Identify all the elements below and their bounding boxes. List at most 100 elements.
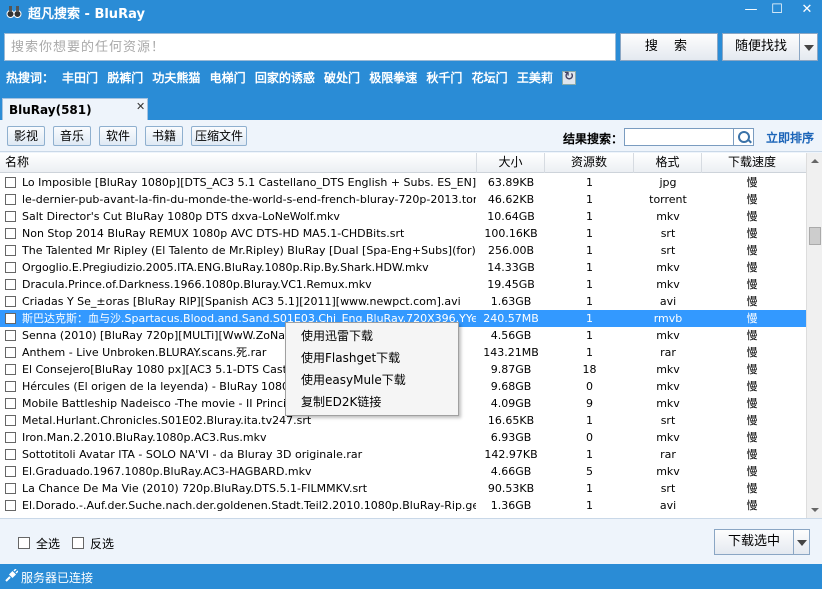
filter-label: 结果搜索： bbox=[563, 132, 624, 146]
cell-size: 46.62KB bbox=[487, 193, 535, 206]
row-checkbox[interactable] bbox=[5, 313, 16, 324]
row-checkbox[interactable] bbox=[5, 177, 16, 188]
cell-name: Sottotitoli Avatar ITA - SOLO NA'VI - da… bbox=[22, 448, 363, 461]
column-header-format[interactable]: 格式 bbox=[634, 153, 702, 173]
category-books-button[interactable]: 书籍 bbox=[145, 126, 183, 146]
table-row[interactable]: La Chance De Ma Vie (2010) 720p.BluRay.D… bbox=[0, 480, 806, 497]
row-checkbox[interactable] bbox=[5, 500, 16, 511]
hot-words-list: 丰田门 脱裤门 功夫熊猫 电梯门 回家的诱惑 破处门 极限拳速 秋千门 花坛门 … bbox=[62, 69, 581, 86]
row-checkbox[interactable] bbox=[5, 432, 16, 443]
cell-size: 16.65KB bbox=[487, 414, 535, 427]
hot-word[interactable]: 脱裤门 bbox=[107, 71, 143, 85]
hot-word[interactable]: 丰田门 bbox=[62, 71, 98, 85]
maximize-button[interactable]: ☐ bbox=[764, 0, 790, 20]
hot-word[interactable]: 电梯门 bbox=[210, 71, 246, 85]
hot-words-label: 热搜词： bbox=[6, 71, 55, 85]
search-icon[interactable] bbox=[734, 128, 754, 146]
table-row[interactable]: Iron.Man.2.2010.BluRay.1080p.AC3.Rus.mkv… bbox=[0, 429, 806, 446]
table-row[interactable]: The Talented Mr Ripley (El Talento de Mr… bbox=[0, 242, 806, 259]
row-checkbox[interactable] bbox=[5, 449, 16, 460]
close-button[interactable]: ✕ bbox=[792, 0, 822, 20]
row-checkbox[interactable] bbox=[5, 194, 16, 205]
table-row[interactable]: Lo Imposible [BluRay 1080p][DTS_AC3 5.1 … bbox=[0, 174, 806, 191]
invert-selection-label[interactable]: 反选 bbox=[90, 535, 114, 552]
hot-word[interactable]: 秋千门 bbox=[426, 71, 462, 85]
select-all-checkbox[interactable] bbox=[18, 537, 30, 549]
column-header-size[interactable]: 大小 bbox=[477, 153, 545, 173]
invert-selection-checkbox[interactable] bbox=[72, 537, 84, 549]
tab-bluray[interactable]: BluRay(581) ✕ bbox=[2, 98, 148, 120]
table-row[interactable]: Criadas Y Se_±oras [BluRay RIP][Spanish … bbox=[0, 293, 806, 310]
tab-close-icon[interactable]: ✕ bbox=[136, 100, 145, 113]
menu-item-flashget-download[interactable]: 使用Flashget下载 bbox=[286, 347, 458, 369]
row-checkbox[interactable] bbox=[5, 262, 16, 273]
table-row[interactable]: le-dernier-pub-avant-la-fin-du-monde-the… bbox=[0, 191, 806, 208]
row-checkbox[interactable] bbox=[5, 483, 16, 494]
minimize-button[interactable]: — bbox=[738, 0, 764, 20]
category-video-button[interactable]: 影视 bbox=[7, 126, 45, 146]
scroll-thumb[interactable] bbox=[809, 227, 821, 245]
cell-format: torrent bbox=[649, 193, 687, 206]
scroll-up-icon[interactable] bbox=[807, 153, 822, 169]
select-all-label[interactable]: 全选 bbox=[36, 535, 60, 552]
row-checkbox[interactable] bbox=[5, 245, 16, 256]
download-selected-dropdown[interactable] bbox=[794, 529, 810, 555]
menu-item-thunder-download[interactable]: 使用迅雷下载 bbox=[286, 325, 458, 347]
hot-word[interactable]: 王美莉 bbox=[517, 71, 553, 85]
column-header-speed[interactable]: 下载速度 bbox=[702, 153, 802, 173]
refresh-icon[interactable] bbox=[562, 69, 577, 85]
cell-speed: 慢 bbox=[746, 346, 758, 359]
cell-name: Orgoglio.E.Pregiudizio.2005.ITA.ENG.BluR… bbox=[22, 261, 429, 274]
cell-speed: 慢 bbox=[746, 380, 758, 393]
category-archives-button[interactable]: 压缩文件 bbox=[191, 126, 247, 146]
table-row[interactable]: Orgoglio.E.Pregiudizio.2005.ITA.ENG.BluR… bbox=[0, 259, 806, 276]
cell-speed: 慢 bbox=[746, 414, 758, 427]
hot-word[interactable]: 极限拳速 bbox=[369, 71, 417, 85]
cell-format: srt bbox=[660, 482, 676, 495]
row-checkbox[interactable] bbox=[5, 466, 16, 477]
table-row[interactable]: Salt Director's Cut BluRay 1080p DTS dxv… bbox=[0, 208, 806, 225]
search-button[interactable]: 搜 索 bbox=[620, 33, 718, 61]
hot-word[interactable]: 功夫熊猫 bbox=[152, 71, 200, 85]
cell-format: mkv bbox=[656, 210, 680, 223]
category-music-button[interactable]: 音乐 bbox=[53, 126, 91, 146]
table-row[interactable]: El.Dorado.-.Auf.der.Suche.nach.der.golde… bbox=[0, 497, 806, 514]
filter-input[interactable] bbox=[624, 128, 734, 146]
table-row[interactable]: Sottotitoli Avatar ITA - SOLO NA'VI - da… bbox=[0, 446, 806, 463]
scroll-down-icon[interactable] bbox=[807, 502, 822, 518]
row-checkbox[interactable] bbox=[5, 228, 16, 239]
menu-item-copy-ed2k-link[interactable]: 复制ED2K链接 bbox=[286, 391, 458, 413]
random-search-dropdown[interactable] bbox=[800, 33, 818, 61]
row-checkbox[interactable] bbox=[5, 330, 16, 341]
row-checkbox[interactable] bbox=[5, 398, 16, 409]
cell-speed: 慢 bbox=[746, 363, 758, 376]
column-header-name[interactable]: 名称 bbox=[0, 153, 477, 173]
row-checkbox[interactable] bbox=[5, 381, 16, 392]
category-software-button[interactable]: 软件 bbox=[99, 126, 137, 146]
row-checkbox[interactable] bbox=[5, 347, 16, 358]
window-title: 超凡搜索 - BluRay bbox=[28, 7, 145, 22]
table-row[interactable]: Non Stop 2014 BluRay REMUX 1080p AVC DTS… bbox=[0, 225, 806, 242]
row-checkbox[interactable] bbox=[5, 211, 16, 222]
search-input[interactable] bbox=[4, 33, 616, 61]
sort-now-link[interactable]: 立即排序 bbox=[766, 129, 814, 146]
column-header-sources[interactable]: 资源数 bbox=[545, 153, 634, 173]
cell-speed: 慢 bbox=[746, 465, 758, 478]
vertical-scrollbar[interactable] bbox=[806, 153, 822, 518]
cell-speed: 慢 bbox=[746, 244, 758, 257]
row-checkbox[interactable] bbox=[5, 415, 16, 426]
random-search-button[interactable]: 随便找找 bbox=[722, 33, 800, 61]
cell-name: El.Graduado.1967.1080p.BluRay.AC3-HAGBAR… bbox=[22, 465, 312, 478]
table-row[interactable]: Dracula.Prince.of.Darkness.1966.1080p.Bl… bbox=[0, 276, 806, 293]
table-row[interactable]: El.Graduado.1967.1080p.BluRay.AC3-HAGBAR… bbox=[0, 463, 806, 480]
download-selected-button[interactable]: 下载选中 bbox=[714, 529, 794, 555]
cell-speed: 慢 bbox=[746, 295, 758, 308]
hot-word[interactable]: 破处门 bbox=[324, 71, 360, 85]
cell-format: mkv bbox=[656, 363, 680, 376]
row-checkbox[interactable] bbox=[5, 364, 16, 375]
hot-word[interactable]: 回家的诱惑 bbox=[255, 71, 315, 85]
row-checkbox[interactable] bbox=[5, 296, 16, 307]
menu-item-easymule-download[interactable]: 使用easyMule下载 bbox=[286, 369, 458, 391]
hot-word[interactable]: 花坛门 bbox=[472, 71, 508, 85]
row-checkbox[interactable] bbox=[5, 279, 16, 290]
